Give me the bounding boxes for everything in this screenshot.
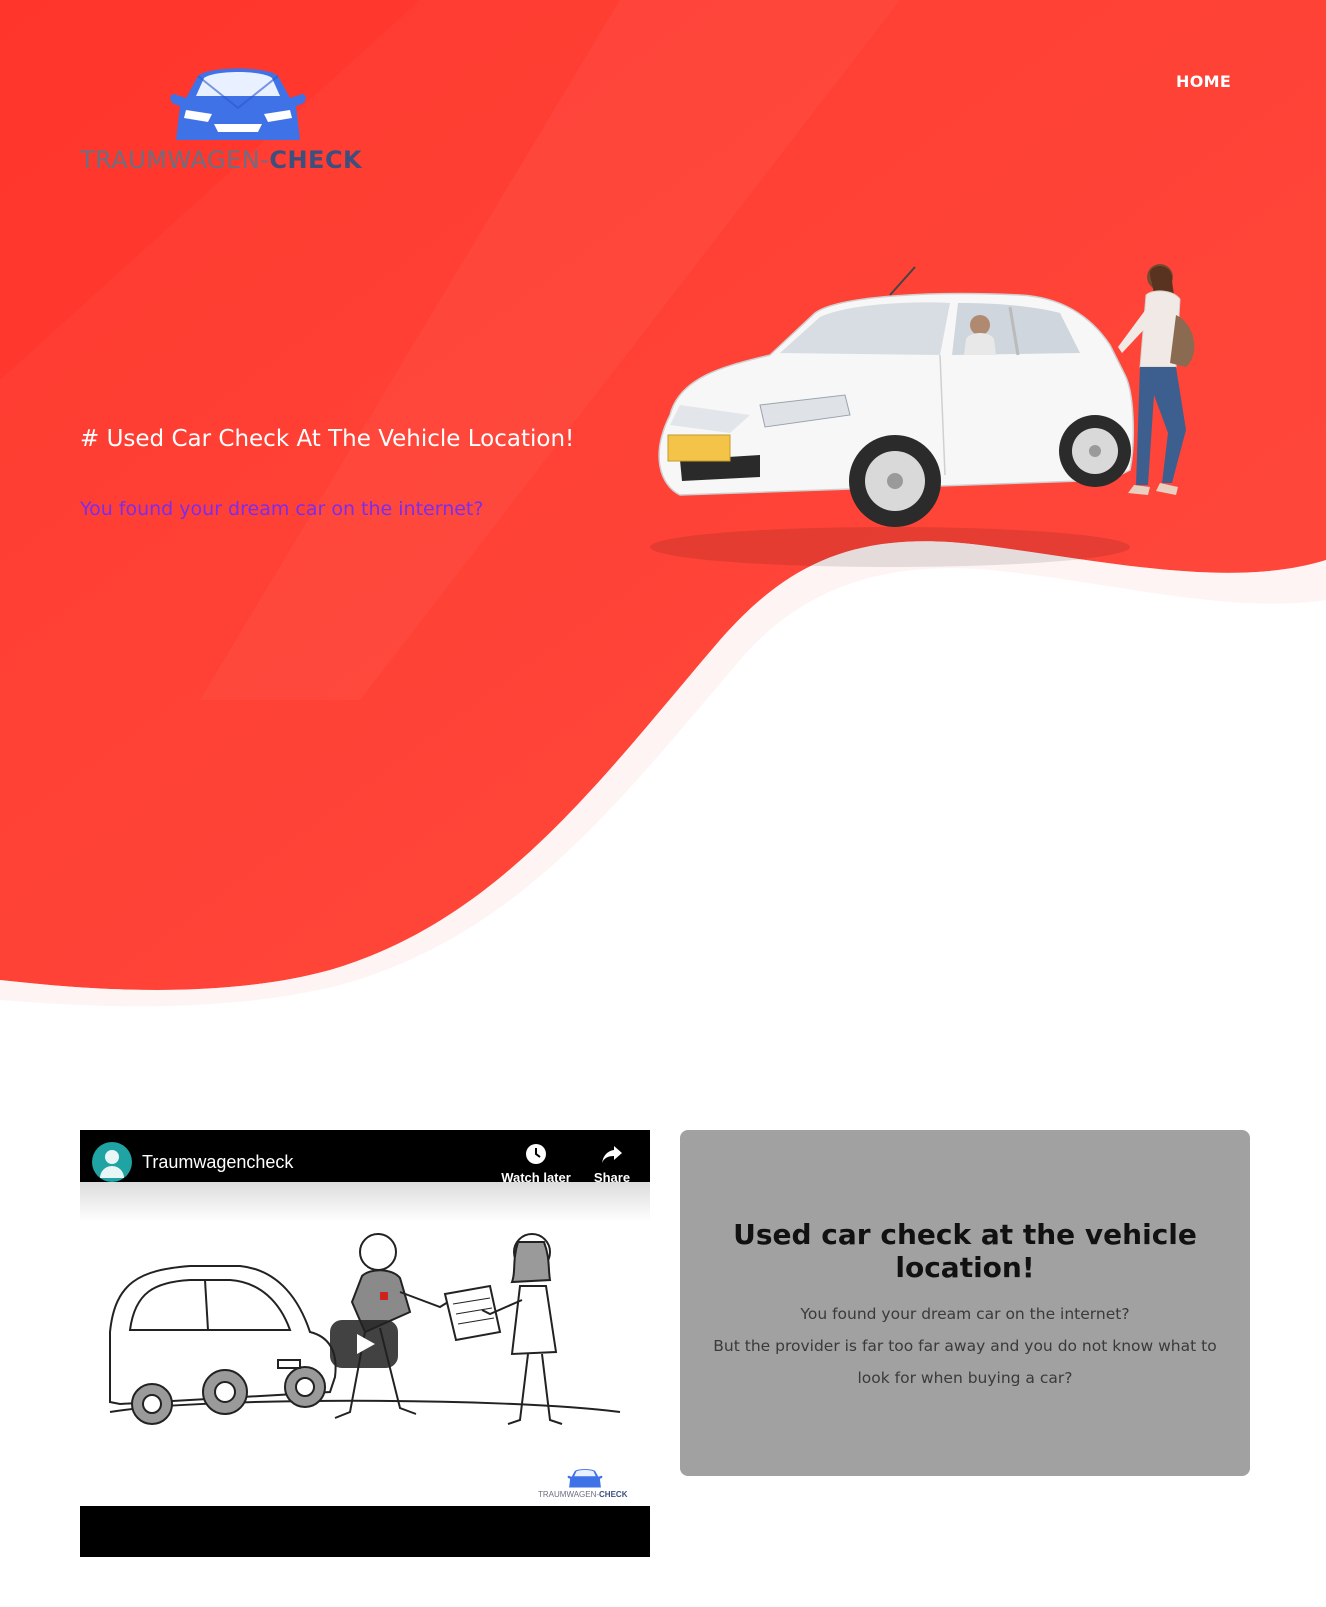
- info-card: Used car check at the vehicle location! …: [680, 1130, 1250, 1476]
- clock-icon: [526, 1144, 546, 1164]
- channel-avatar[interactable]: [92, 1142, 132, 1182]
- info-heading: Used car check at the vehicle location!: [733, 1218, 1197, 1284]
- hero-car-image: [650, 264, 1195, 567]
- info-line-1: You found your dream car on the internet…: [800, 1305, 1130, 1323]
- video-watermark-logo: TRAUMWAGEN-CHECK: [538, 1468, 638, 1502]
- info-line-3: look for when buying a car?: [857, 1369, 1073, 1387]
- nav-home-link[interactable]: HOME: [1176, 72, 1231, 91]
- hero-title: # Used Car Check At The Vehicle Location…: [80, 426, 575, 452]
- logo-text-bold: CHECK: [269, 146, 363, 174]
- video-title[interactable]: Traumwagencheck: [142, 1152, 293, 1173]
- share-button[interactable]: Share: [572, 1142, 650, 1185]
- site-logo[interactable]: TRAUMWAGEN-CHECK: [80, 62, 410, 182]
- hero-link[interactable]: You found your dream car on the internet…: [80, 498, 483, 520]
- car-logo-icon: [170, 68, 306, 140]
- watch-later-button[interactable]: Watch later: [496, 1142, 576, 1185]
- watermark-text-light: TRAUMWAGEN-: [538, 1490, 600, 1499]
- share-icon: [602, 1146, 622, 1163]
- logo-text-light: TRAUMWAGEN-: [80, 146, 270, 174]
- play-icon[interactable]: [330, 1320, 398, 1368]
- video-topbar: Traumwagencheck Watch later Share: [80, 1130, 650, 1185]
- video-player[interactable]: Traumwagencheck Watch later Share TRAUMW…: [80, 1130, 650, 1557]
- car-logo-icon: [567, 1469, 603, 1488]
- watermark-text-bold: CHECK: [599, 1490, 628, 1499]
- info-text: You found your dream car on the internet…: [700, 1298, 1230, 1394]
- watermark-text: TRAUMWAGEN-CHECK: [538, 1490, 627, 1499]
- info-line-2: But the provider is far too far away and…: [713, 1337, 1217, 1355]
- logo-wordmark: TRAUMWAGEN-CHECK: [80, 146, 362, 174]
